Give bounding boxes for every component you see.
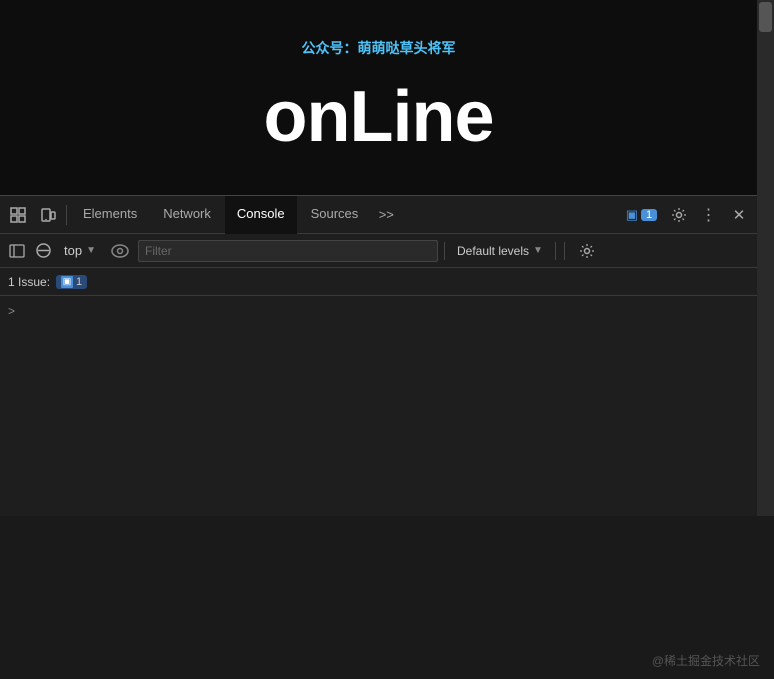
row2-divider-2 [555,242,556,260]
gear-icon [671,207,687,223]
console-settings-button[interactable] [573,237,601,265]
row2-divider-1 [444,242,445,260]
eye-icon [111,244,129,258]
tab-console[interactable]: Console [225,196,297,234]
inspect-element-button[interactable] [4,201,32,229]
wechat-prefix: 公众号： [302,40,358,56]
scrollbar-track[interactable] [757,0,774,195]
badge-count: 1 [641,209,657,221]
devtools-toolbar-row1: Elements Network Console Sources >> ▣ [0,196,757,234]
main-heading: onLine [264,76,494,158]
console-gear-icon [579,243,595,259]
inspect-icon [10,207,26,223]
settings-button[interactable] [665,201,693,229]
ellipsis-icon: ⋮ [701,205,718,225]
levels-label: Default levels [457,244,529,258]
issue-badge[interactable]: ▣ 1 [56,275,87,289]
watermark: @稀土掘金技术社区 [652,652,760,669]
tab-sources[interactable]: Sources [299,196,371,234]
console-prompt-row[interactable]: > [8,300,749,322]
issues-prefix: 1 Issue: [8,275,50,289]
live-expressions-button[interactable] [106,237,134,265]
wechat-label: 公众号：萌萌哒草头将军 [302,38,456,58]
scrollbar-thumb[interactable] [759,2,772,32]
issue-icon: ▣ [61,276,73,288]
sidebar-icon [9,243,25,259]
console-output: > [0,296,757,516]
clear-console-button[interactable] [32,240,54,262]
devtools-scrollbar[interactable] [757,195,774,516]
wechat-name: 萌萌哒草头将军 [358,40,456,56]
devtools-toolbar-row2: top ▼ Default levels ▼ [0,234,757,268]
levels-chevron-icon: ▼ [533,245,543,256]
context-selector[interactable]: top ▼ [58,241,102,260]
issues-badge-button[interactable]: ▣ 1 [620,205,663,225]
clear-icon [36,243,51,258]
devtools-inner: Elements Network Console Sources >> ▣ [0,195,757,516]
device-toolbar-button[interactable] [34,201,62,229]
log-levels-selector[interactable]: Default levels ▼ [451,242,549,260]
device-icon [40,207,56,223]
tab-network[interactable]: Network [151,196,223,234]
more-tabs-button[interactable]: >> [372,201,400,229]
issue-count: 1 [76,276,82,288]
chevron-down-icon: ▼ [86,245,96,256]
close-icon: ✕ [733,206,746,224]
context-label: top [64,243,82,258]
row2-divider-3 [564,242,565,260]
devtools-panel: Elements Network Console Sources >> ▣ [0,195,774,516]
prompt-arrow-icon: > [8,304,15,318]
more-options-button[interactable]: ⋮ [695,201,723,229]
toolbar-divider-1 [66,205,67,225]
badge-icon: ▣ [626,207,638,223]
browser-content: 公众号：萌萌哒草头将军 onLine [0,0,757,195]
issues-bar: 1 Issue: ▣ 1 [0,268,757,296]
tab-elements[interactable]: Elements [71,196,149,234]
close-devtools-button[interactable]: ✕ [725,201,753,229]
filter-input[interactable] [138,240,438,262]
sidebar-toggle-button[interactable] [6,240,28,262]
